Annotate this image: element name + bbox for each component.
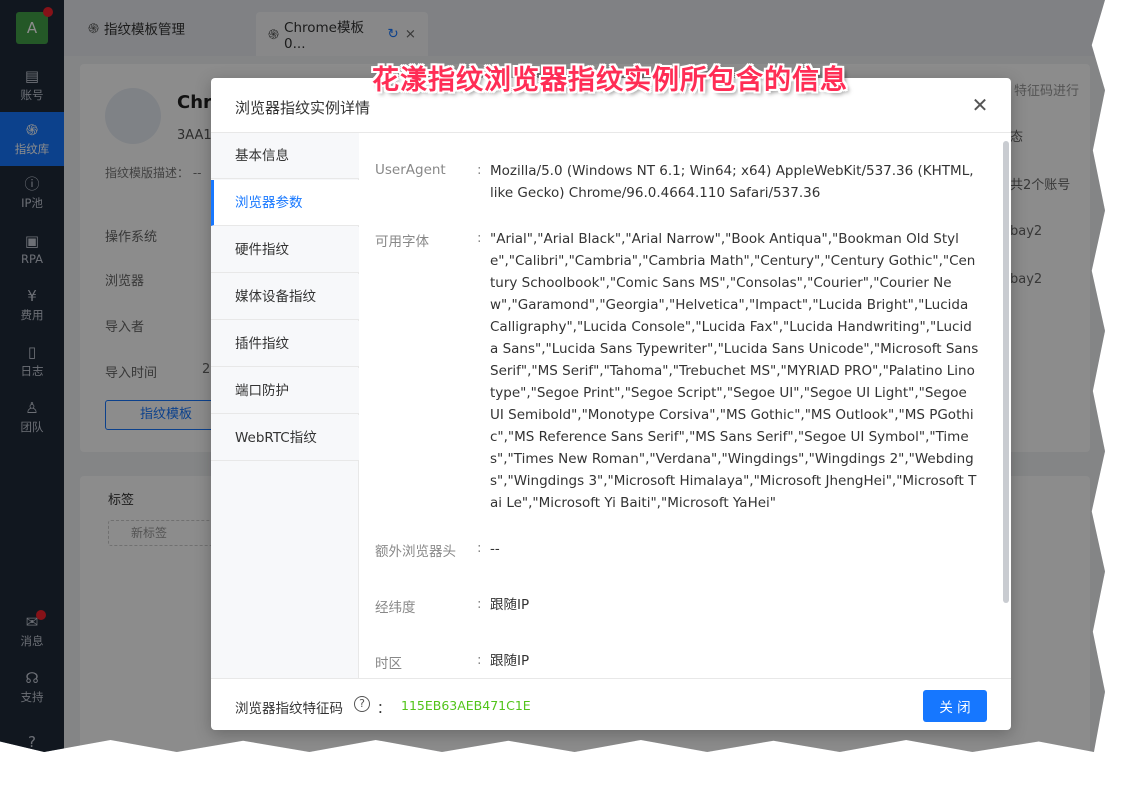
field-label: 经纬度 xyxy=(375,600,416,616)
content-scrollbar[interactable] xyxy=(1003,141,1009,603)
field-label: UserAgent xyxy=(375,162,446,178)
field-value: "Arial","Arial Black","Arial Narrow","Bo… xyxy=(490,231,979,511)
menu-item-basic-info[interactable]: 基本信息 xyxy=(211,133,359,179)
menu-item-plugin-fingerprint[interactable]: 插件指纹 xyxy=(211,321,359,367)
dialog-footer: 浏览器指纹特征码 ? ： 115EB63AEB471C1E 关 闭 xyxy=(211,678,1011,730)
menu-item-webrtc-fingerprint[interactable]: WebRTC指纹 xyxy=(211,415,359,461)
dialog-content: UserAgent : Mozilla/5.0 (Windows NT 6.1;… xyxy=(359,133,1011,678)
field-label: 时区 xyxy=(375,656,402,672)
menu-item-hardware-fingerprint[interactable]: 硬件指纹 xyxy=(211,227,359,273)
field-label: 额外浏览器头 xyxy=(375,544,456,560)
fingerprint-code-label: 浏览器指纹特征码 xyxy=(235,701,343,717)
fingerprint-code-value[interactable]: 115EB63AEB471C1E xyxy=(401,698,531,713)
menu-item-browser-params[interactable]: 浏览器参数 xyxy=(211,180,359,226)
field-value: 跟随IP xyxy=(490,653,530,669)
menu-item-media-device-fingerprint[interactable]: 媒体设备指纹 xyxy=(211,274,359,320)
dialog-title: 浏览器指纹实例详情 xyxy=(235,99,371,117)
field-label: 可用字体 xyxy=(375,234,429,250)
close-button[interactable]: 关 闭 xyxy=(923,690,987,722)
app-window: A ▤ 账号 ֍ 指纹库 ⓘ IP池 ▣ RPA ¥ 费用 ▯ 日志 ♙ 团队 xyxy=(0,0,1105,752)
menu-item-port-protection[interactable]: 端口防护 xyxy=(211,368,359,414)
field-value: 跟随IP xyxy=(490,597,530,613)
field-value: Mozilla/5.0 (Windows NT 6.1; Win64; x64)… xyxy=(490,163,974,201)
fingerprint-instance-dialog: 浏览器指纹实例详情 ✕ 基本信息 浏览器参数 硬件指纹 媒体设备指纹 插件指纹 … xyxy=(211,78,1011,730)
annotation-caption: 花漾指纹浏览器指纹实例所包含的信息 xyxy=(372,65,848,96)
field-value: -- xyxy=(490,541,500,557)
question-icon[interactable]: ? xyxy=(354,696,370,712)
dialog-side-menu: 基本信息 浏览器参数 硬件指纹 媒体设备指纹 插件指纹 端口防护 WebRTC指… xyxy=(211,133,359,678)
close-icon[interactable]: ✕ xyxy=(969,94,991,116)
